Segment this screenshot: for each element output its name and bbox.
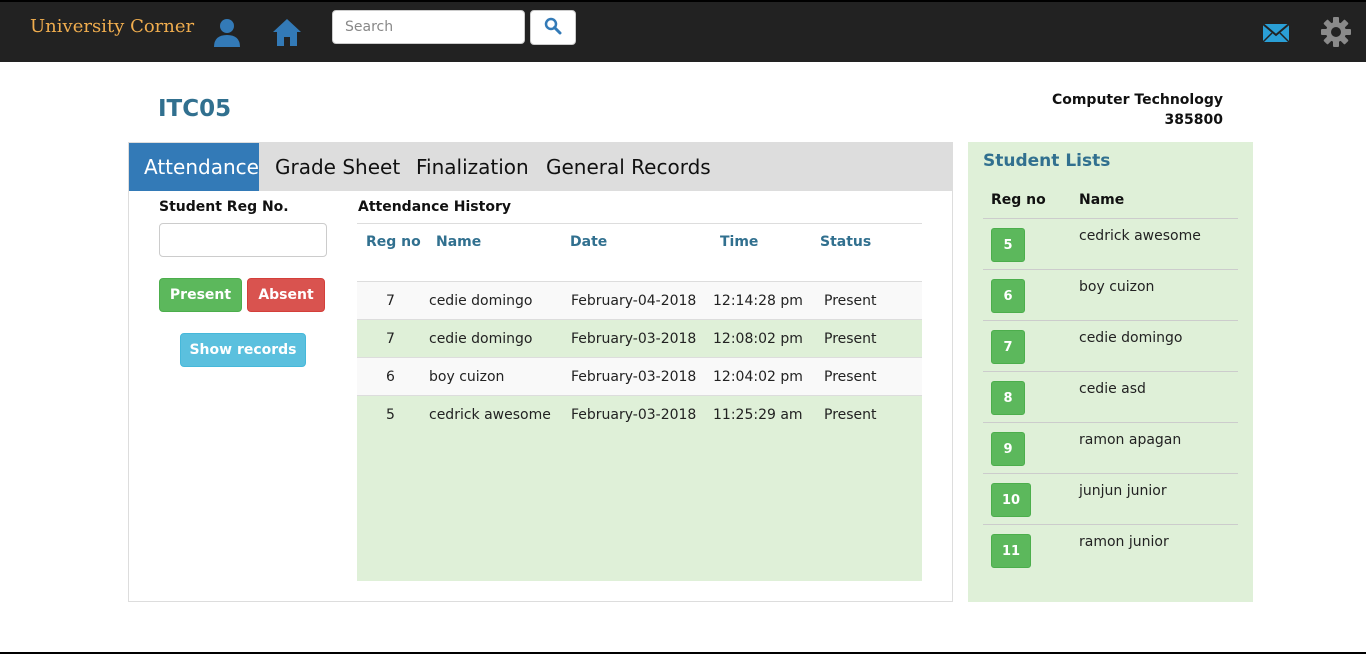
list-item: 5 cedrick awesome	[983, 218, 1238, 269]
cell-status: Present	[824, 293, 877, 309]
tab-finalization[interactable]: Finalization	[401, 143, 544, 191]
student-name: ramon junior	[1079, 534, 1169, 550]
list-item: 7 cedie domingo	[983, 320, 1238, 371]
search-icon	[544, 17, 562, 39]
student-name: cedrick awesome	[1079, 228, 1201, 244]
user-icon[interactable]	[211, 16, 243, 48]
list-item: 6 boy cuizon	[983, 269, 1238, 320]
department-name: Computer Technology	[1051, 92, 1223, 108]
department-id: 385800	[1164, 112, 1223, 128]
col-date: Date	[570, 234, 608, 250]
student-list-title: Student Lists	[983, 151, 1111, 171]
cell-reg: 5	[386, 407, 395, 423]
cell-reg: 7	[386, 331, 395, 347]
tab-bar: Attendance Grade Sheet Finalization Gene…	[129, 143, 952, 191]
gear-icon[interactable]	[1320, 16, 1352, 48]
student-reg-badge[interactable]: 6	[991, 279, 1025, 313]
reg-no-label: Student Reg No.	[159, 199, 289, 215]
attendance-panel: Attendance Grade Sheet Finalization Gene…	[128, 142, 953, 602]
cell-status: Present	[824, 331, 877, 347]
cell-time: 12:08:02 pm	[713, 331, 803, 347]
history-title: Attendance History	[358, 199, 511, 215]
cell-name: boy cuizon	[429, 369, 505, 385]
list-item: 8 cedie asd	[983, 371, 1238, 422]
cell-name: cedie domingo	[429, 293, 533, 309]
cell-time: 12:14:28 pm	[713, 293, 803, 309]
search-button[interactable]	[530, 10, 576, 45]
department-info: Computer Technology 385800	[1052, 90, 1223, 130]
history-header-row: Reg no Name Date Time Status	[357, 223, 922, 281]
cell-date: February-03-2018	[571, 407, 697, 423]
table-row: 7 cedie domingo February-03-2018 12:08:0…	[357, 319, 922, 357]
show-records-button[interactable]: Show records	[180, 333, 306, 367]
list-item: 10 junjun junior	[983, 473, 1238, 524]
list-item: 9 ramon apagan	[983, 422, 1238, 473]
course-code: ITC05	[158, 96, 232, 122]
col-reg-no: Reg no	[366, 234, 421, 250]
search-input[interactable]	[332, 10, 525, 44]
student-name: cedie domingo	[1079, 330, 1183, 346]
present-button[interactable]: Present	[159, 278, 242, 312]
tab-grade-sheet[interactable]: Grade Sheet	[260, 143, 415, 191]
cell-date: February-04-2018	[571, 293, 697, 309]
cell-reg: 6	[386, 369, 395, 385]
brand-title[interactable]: University Corner	[30, 16, 194, 37]
table-row: 7 cedie domingo February-04-2018 12:14:2…	[357, 281, 922, 319]
student-reg-badge[interactable]: 8	[991, 381, 1025, 415]
home-icon[interactable]	[271, 16, 303, 48]
reg-no-input[interactable]	[159, 223, 327, 257]
col-time: Time	[720, 234, 759, 250]
mail-icon[interactable]	[1262, 22, 1294, 54]
cell-status: Present	[824, 407, 877, 423]
student-reg-badge[interactable]: 7	[991, 330, 1025, 364]
cell-date: February-03-2018	[571, 331, 697, 347]
history-table: Reg no Name Date Time Status 7 cedie dom…	[357, 223, 922, 581]
student-reg-badge[interactable]: 9	[991, 432, 1025, 466]
absent-button[interactable]: Absent	[247, 278, 325, 312]
cell-name: cedrick awesome	[429, 407, 551, 423]
student-name: ramon apagan	[1079, 432, 1182, 448]
col-name: Name	[436, 234, 482, 250]
tab-attendance[interactable]: Attendance	[129, 143, 259, 191]
top-navbar: University Corner	[0, 2, 1366, 62]
history-body: 7 cedie domingo February-04-2018 12:14:2…	[357, 281, 922, 581]
student-reg-badge[interactable]: 10	[991, 483, 1032, 517]
cell-time: 11:25:29 am	[713, 407, 803, 423]
student-col-name: Name	[1079, 192, 1125, 208]
student-col-reg-no: Reg no	[991, 192, 1046, 208]
student-name: cedie asd	[1079, 381, 1146, 397]
cell-date: February-03-2018	[571, 369, 697, 385]
student-reg-badge[interactable]: 11	[991, 534, 1032, 568]
cell-reg: 7	[386, 293, 395, 309]
student-name: junjun junior	[1079, 483, 1167, 499]
tab-general-records[interactable]: General Records	[531, 143, 726, 191]
col-status: Status	[820, 234, 872, 250]
cell-status: Present	[824, 369, 877, 385]
student-reg-badge[interactable]: 5	[991, 228, 1025, 262]
list-item: 11 ramon junior	[983, 524, 1238, 575]
table-row: 6 boy cuizon February-03-2018 12:04:02 p…	[357, 357, 922, 395]
cell-time: 12:04:02 pm	[713, 369, 803, 385]
student-name: boy cuizon	[1079, 279, 1155, 295]
cell-name: cedie domingo	[429, 331, 533, 347]
student-list-panel: Student Lists Reg no Name 5 cedrick awes…	[968, 142, 1253, 602]
table-row: 5 cedrick awesome February-03-2018 11:25…	[357, 395, 922, 433]
